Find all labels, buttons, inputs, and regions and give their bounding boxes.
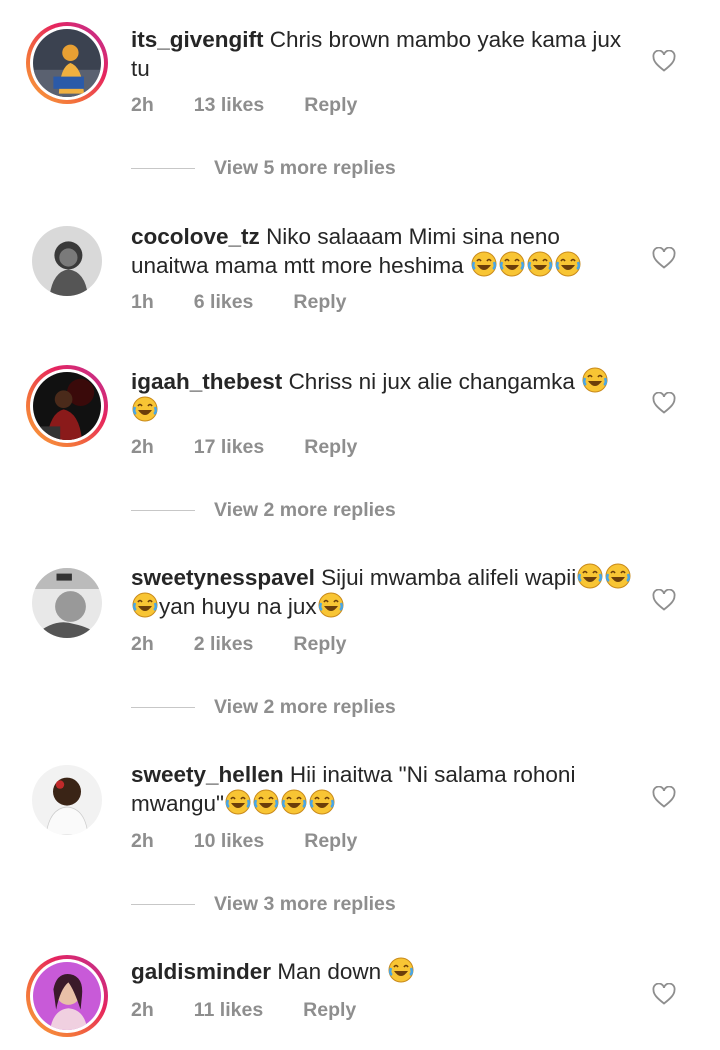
reply-button[interactable]: Reply xyxy=(293,633,346,656)
reply-button[interactable]: Reply xyxy=(304,94,357,117)
replies-divider xyxy=(131,904,195,905)
comment-time: 2h xyxy=(131,830,154,852)
like-heart-icon[interactable] xyxy=(652,392,676,414)
profile-photo xyxy=(32,568,102,638)
replies-divider xyxy=(131,510,195,511)
laughing-emoji-icon xyxy=(132,396,158,422)
laughing-emoji-icon xyxy=(225,789,251,815)
view-more-replies[interactable]: View 3 more replies xyxy=(131,893,431,917)
like-heart-icon[interactable] xyxy=(652,247,676,269)
replies-divider xyxy=(131,168,195,169)
reply-button[interactable]: Reply xyxy=(303,999,356,1022)
comment-text: igaah_thebest Chriss ni jux alie changam… xyxy=(131,367,636,425)
profile-photo xyxy=(32,765,102,835)
comment-likes[interactable]: 11 likes xyxy=(194,999,263,1022)
comment-time: 2h xyxy=(131,94,154,116)
avatar-cocolove-tz[interactable] xyxy=(26,220,108,302)
comment-text: sweety_hellen Hii inaitwa "Ni salama roh… xyxy=(131,760,636,818)
view-replies-label[interactable]: View 2 more replies xyxy=(214,499,396,522)
comment-time: 2h xyxy=(131,633,154,655)
view-more-replies[interactable]: View 5 more replies xyxy=(131,157,431,181)
laughing-emoji-icon xyxy=(253,789,279,815)
comment-text: its_givengift Chris brown mambo yake kam… xyxy=(131,25,636,83)
like-heart-icon[interactable] xyxy=(652,50,676,72)
comment-time: 2h xyxy=(131,436,154,458)
laughing-emoji-icon xyxy=(281,789,307,815)
view-more-replies[interactable]: View 2 more replies xyxy=(131,499,431,523)
comment-username[interactable]: sweetynesspavel xyxy=(131,565,315,590)
comment-username[interactable]: igaah_thebest xyxy=(131,369,282,394)
comment-likes[interactable]: 2 likes xyxy=(194,633,254,656)
avatar-sweetynesspavel[interactable] xyxy=(26,562,108,644)
comment-meta: 1h 6 likes Reply xyxy=(131,291,347,314)
comment-meta: 2h 11 likes Reply xyxy=(131,999,356,1022)
comment-time: 2h xyxy=(131,999,154,1021)
comment-meta: 2h 17 likes Reply xyxy=(131,436,357,459)
profile-photo xyxy=(33,29,101,97)
laughing-emoji-icon xyxy=(132,592,158,618)
avatar-igaah-thebest[interactable] xyxy=(26,365,108,447)
avatar-galdisminder[interactable] xyxy=(26,955,108,1037)
view-replies-label[interactable]: View 3 more replies xyxy=(214,893,396,916)
profile-photo xyxy=(33,962,101,1030)
reply-button[interactable]: Reply xyxy=(304,830,357,853)
laughing-emoji-icon xyxy=(309,789,335,815)
comment-text: cocolove_tz Niko salaaam Mimi sina neno … xyxy=(131,222,636,280)
comment-likes[interactable]: 17 likes xyxy=(194,436,264,459)
laughing-emoji-icon xyxy=(499,251,525,277)
view-more-replies[interactable]: View 2 more replies xyxy=(131,696,431,720)
comment-username[interactable]: its_givengift xyxy=(131,27,264,52)
comment-username[interactable]: sweety_hellen xyxy=(131,762,284,787)
comment-username[interactable]: cocolove_tz xyxy=(131,224,260,249)
view-replies-label[interactable]: View 5 more replies xyxy=(214,157,396,180)
comment-body: Man down xyxy=(277,957,415,984)
view-replies-label[interactable]: View 2 more replies xyxy=(214,696,396,719)
comment-likes[interactable]: 10 likes xyxy=(194,830,264,853)
laughing-emoji-icon xyxy=(471,251,497,277)
comment-meta: 2h 13 likes Reply xyxy=(131,94,357,117)
laughing-emoji-icon xyxy=(582,367,608,393)
like-heart-icon[interactable] xyxy=(652,589,676,611)
avatar-sweety-hellen[interactable] xyxy=(26,759,108,841)
like-heart-icon[interactable] xyxy=(652,983,676,1005)
avatar-its-givengift[interactable] xyxy=(26,22,108,104)
comment-text: galdisminder Man down xyxy=(131,957,636,986)
replies-divider xyxy=(131,707,195,708)
comment-likes[interactable]: 6 likes xyxy=(194,291,254,314)
laughing-emoji-icon xyxy=(388,957,414,983)
comment-likes[interactable]: 13 likes xyxy=(194,94,264,117)
laughing-emoji-icon xyxy=(527,251,553,277)
profile-photo xyxy=(33,372,101,440)
laughing-emoji-icon xyxy=(605,563,631,589)
comment-text: sweetynesspavel Sijui mwamba alifeli wap… xyxy=(131,563,636,621)
laughing-emoji-icon xyxy=(577,563,603,589)
comment-meta: 2h 2 likes Reply xyxy=(131,633,347,656)
like-heart-icon[interactable] xyxy=(652,786,676,808)
comment-username[interactable]: galdisminder xyxy=(131,959,271,984)
reply-button[interactable]: Reply xyxy=(304,436,357,459)
comment-time: 1h xyxy=(131,291,154,313)
reply-button[interactable]: Reply xyxy=(293,291,346,314)
comment-meta: 2h 10 likes Reply xyxy=(131,830,357,853)
profile-photo xyxy=(32,226,102,296)
laughing-emoji-icon xyxy=(318,592,344,618)
laughing-emoji-icon xyxy=(555,251,581,277)
